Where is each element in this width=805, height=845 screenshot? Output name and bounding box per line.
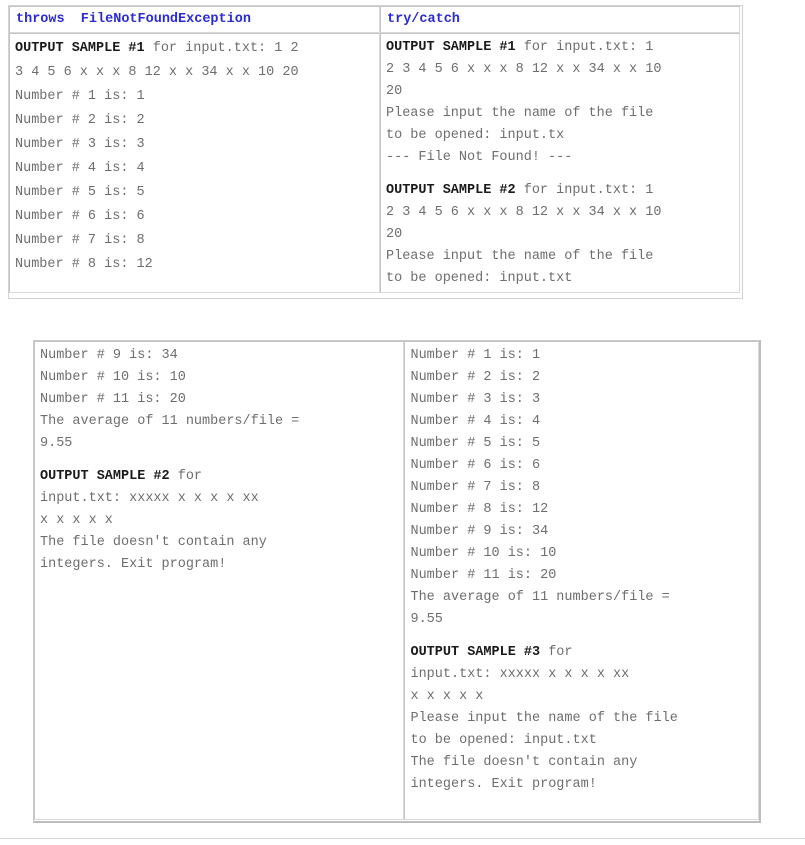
console-line: Number # 1 is: 1 xyxy=(15,89,145,104)
console-line: 2 3 4 5 6 x x x 8 12 x x 34 x x 10 xyxy=(386,205,662,220)
console-line: Number # 8 is: 12 xyxy=(15,257,153,272)
console-text-trycatch-continued: Number # 1 is: 1 Number # 2 is: 2 Number #… xyxy=(410,345,754,796)
console-line: Please input the name of the file xyxy=(410,711,678,726)
console-line: The average of 11 numbers/file = xyxy=(410,590,670,605)
console-output-trycatch: OUTPUT SAMPLE #1 for input.txt: 1 2 3 4 5… xyxy=(380,33,740,293)
output-sample-label: OUTPUT SAMPLE #1 xyxy=(386,40,516,55)
bottom-table-body-row: Number # 9 is: 34 Number # 10 is: 10 Numbe… xyxy=(34,341,759,820)
console-line: The average of 11 numbers/file = xyxy=(40,414,300,429)
footer-divider xyxy=(0,838,805,839)
console-output-throws-continued: Number # 9 is: 34 Number # 10 is: 10 Numbe… xyxy=(34,341,405,820)
console-line: to be opened: input.txt xyxy=(410,733,597,748)
console-line: x x x x x xyxy=(410,689,484,704)
output-sample-label: OUTPUT SAMPLE #1 xyxy=(15,41,145,56)
top-comparison-table: throws FileNotFoundException try/catch O… xyxy=(8,5,743,299)
console-line: Number # 11 is: 20 xyxy=(40,392,186,407)
output-sample-label: OUTPUT SAMPLE #3 xyxy=(410,645,541,660)
console-line: OUTPUT SAMPLE #2 for input.txt: 1 xyxy=(386,183,654,198)
console-line: OUTPUT SAMPLE #3 for xyxy=(410,645,573,660)
output-sample-label: OUTPUT SAMPLE #2 xyxy=(386,183,516,198)
console-line: to be opened: input.tx xyxy=(386,128,565,143)
console-line: to be opened: input.txt xyxy=(386,271,573,286)
console-line: input.txt: xxxxx x x x x xx xyxy=(40,491,259,506)
bottom-comparison-table: Number # 9 is: 34 Number # 10 is: 10 Numbe… xyxy=(33,340,761,823)
console-line: Number # 9 is: 34 xyxy=(410,524,549,539)
console-line: Number # 4 is: 4 xyxy=(15,161,145,176)
console-line: Number # 9 is: 34 xyxy=(40,348,178,363)
console-line: Please input the name of the file xyxy=(386,249,654,264)
console-line: Number # 3 is: 3 xyxy=(410,392,541,407)
console-line: OUTPUT SAMPLE #1 for input.txt: 1 2 xyxy=(15,41,299,56)
column-header-trycatch: try/catch xyxy=(380,6,740,33)
console-line: OUTPUT SAMPLE #2 for xyxy=(40,469,203,484)
console-output-throws: OUTPUT SAMPLE #1 for input.txt: 1 2 3 4 5… xyxy=(9,33,380,293)
console-line: integers. Exit program! xyxy=(410,777,597,792)
console-line: 2 3 4 5 6 x x x 8 12 x x 34 x x 10 xyxy=(386,62,662,77)
console-line: Number # 10 is: 10 xyxy=(410,546,557,561)
console-line: x x x x x xyxy=(40,513,113,528)
console-text-throws: OUTPUT SAMPLE #1 for input.txt: 1 2 3 4 5… xyxy=(15,37,375,277)
console-line: Number # 7 is: 8 xyxy=(15,233,145,248)
console-line: Number # 2 is: 2 xyxy=(410,370,541,385)
output-sample-label: OUTPUT SAMPLE #2 xyxy=(40,469,170,484)
console-line: The file doesn't contain any xyxy=(40,535,267,550)
console-line: integers. Exit program! xyxy=(40,557,227,572)
console-line: Number # 5 is: 5 xyxy=(410,436,541,451)
console-line: Number # 3 is: 3 xyxy=(15,137,145,152)
console-line: Number # 11 is: 20 xyxy=(410,568,557,583)
console-line: 9.55 xyxy=(40,436,73,451)
console-output-trycatch-continued: Number # 1 is: 1 Number # 2 is: 2 Number #… xyxy=(404,341,759,820)
console-line: Please input the name of the file xyxy=(386,106,654,121)
console-line: 20 xyxy=(386,84,403,99)
console-line: Number # 8 is: 12 xyxy=(410,502,549,517)
console-text-trycatch: OUTPUT SAMPLE #1 for input.txt: 1 2 3 4 5… xyxy=(386,37,735,290)
console-line: Number # 2 is: 2 xyxy=(15,113,145,128)
console-text-throws-continued: Number # 9 is: 34 Number # 10 is: 10 Numbe… xyxy=(40,345,399,576)
console-line: OUTPUT SAMPLE #1 for input.txt: 1 xyxy=(386,40,654,55)
console-line: --- File Not Found! --- xyxy=(386,150,573,165)
console-line: The file doesn't contain any xyxy=(410,755,638,770)
console-line: 20 xyxy=(386,227,403,242)
console-line: 9.55 xyxy=(410,612,443,627)
column-header-throws: throws FileNotFoundException xyxy=(9,6,380,33)
console-line: Number # 10 is: 10 xyxy=(40,370,186,385)
console-line: Number # 6 is: 6 xyxy=(15,209,145,224)
console-line: 3 4 5 6 x x x 8 12 x x 34 x x 10 20 xyxy=(15,65,299,80)
console-line: Number # 5 is: 5 xyxy=(15,185,145,200)
console-line: input.txt: xxxxx x x x x xx xyxy=(410,667,630,682)
console-line: Number # 4 is: 4 xyxy=(410,414,541,429)
top-table-body-row: OUTPUT SAMPLE #1 for input.txt: 1 2 3 4 5… xyxy=(9,33,742,293)
console-line: Number # 1 is: 1 xyxy=(410,348,541,363)
top-table-header-row: throws FileNotFoundException try/catch xyxy=(9,6,742,33)
console-line: Number # 7 is: 8 xyxy=(410,480,541,495)
console-line: Number # 6 is: 6 xyxy=(410,458,541,473)
